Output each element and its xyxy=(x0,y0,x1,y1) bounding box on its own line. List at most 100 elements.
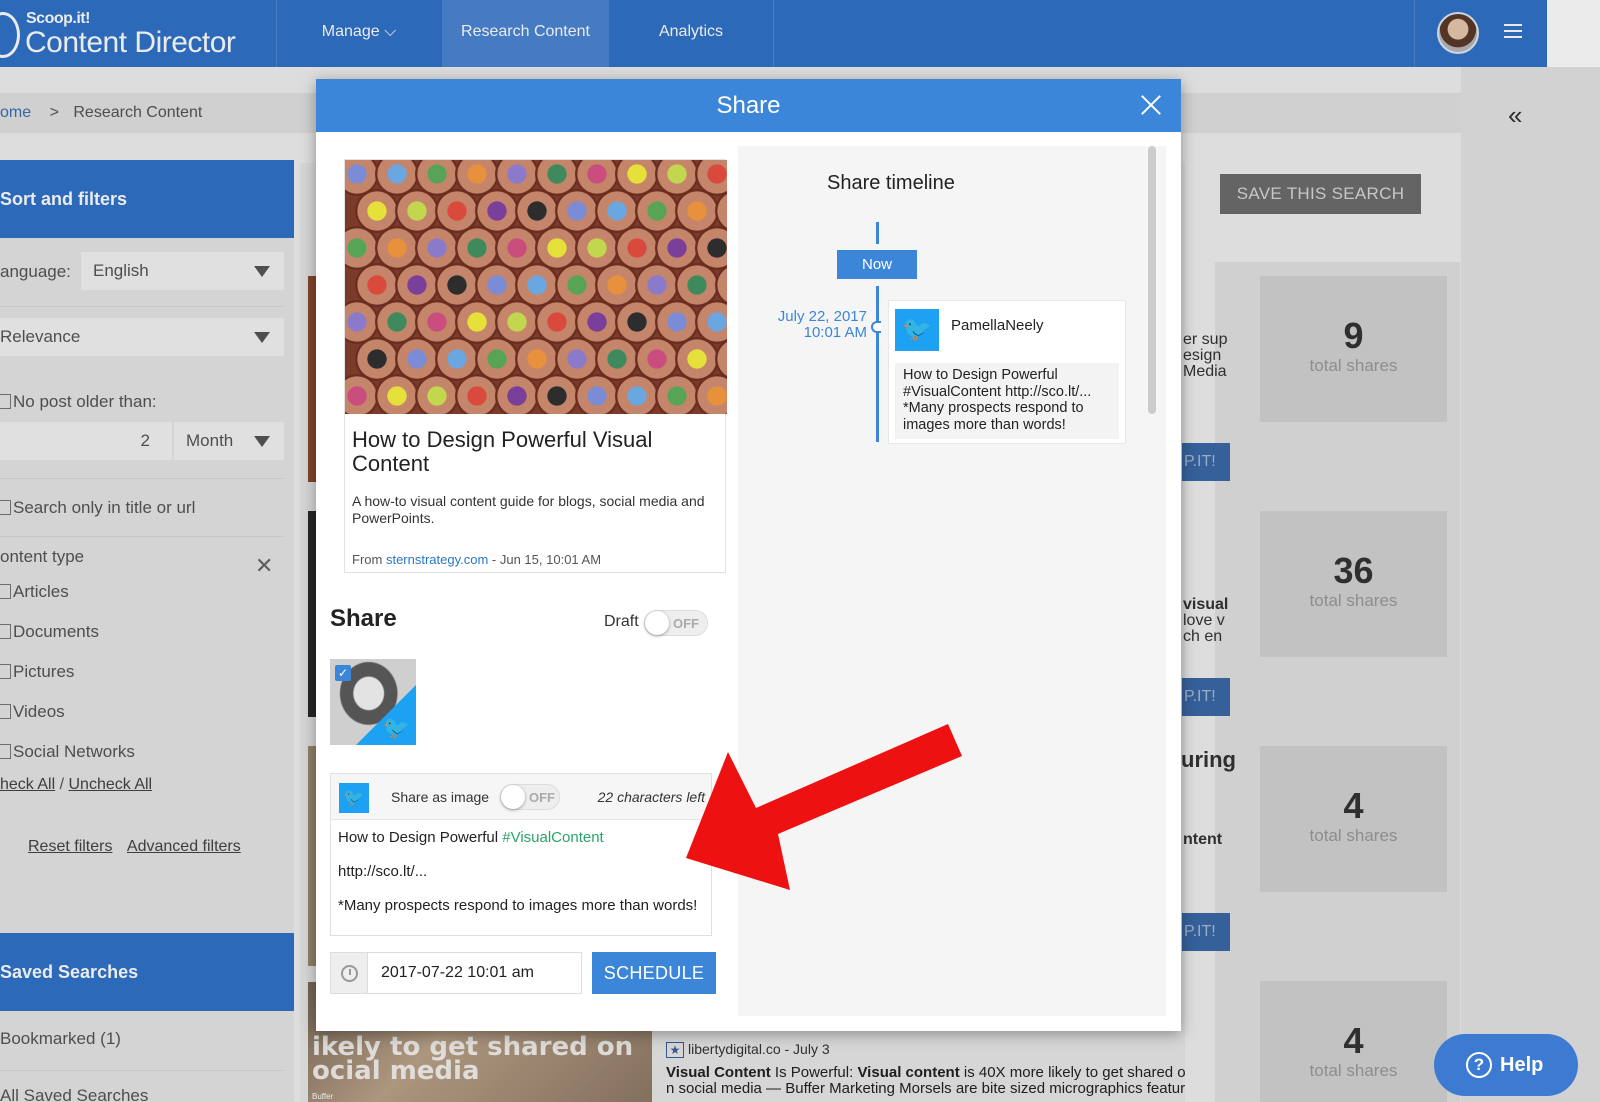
logo-ring-icon xyxy=(0,12,20,58)
modal-header: Share xyxy=(316,79,1181,132)
checkmark-icon: ✓ xyxy=(335,665,351,681)
article-source-text: libertydigital.co - July 3 xyxy=(688,1041,830,1057)
star-icon[interactable]: ★ xyxy=(666,1042,684,1058)
share-count-box: 36 total shares xyxy=(1260,511,1447,657)
timeline-title: Share timeline xyxy=(827,172,955,194)
pencil-end xyxy=(575,374,619,414)
menu-icon[interactable] xyxy=(1504,24,1522,42)
result-snippet: Media xyxy=(1183,363,1227,380)
source-link[interactable]: sternstrategy.com xyxy=(386,552,488,567)
save-search-button[interactable]: SAVE THIS SEARCH xyxy=(1220,174,1421,214)
advanced-filters-link[interactable]: Advanced filters xyxy=(127,838,241,855)
clock-button[interactable] xyxy=(330,952,368,994)
age-unit-select[interactable]: Month xyxy=(174,422,284,460)
close-icon[interactable]: ✕ xyxy=(255,553,273,579)
checkbox-icon xyxy=(0,664,11,679)
share-count-label: total shares xyxy=(1309,591,1398,610)
result-thumbnail[interactable] xyxy=(308,746,316,966)
help-button[interactable]: ? Help xyxy=(1434,1034,1578,1096)
content-title: How to Design Powerful Visual Content xyxy=(352,427,653,476)
help-label: Help xyxy=(1500,1054,1544,1076)
type-pictures[interactable]: Pictures xyxy=(0,662,74,682)
result-snippet: love v xyxy=(1183,612,1225,629)
language-value: English xyxy=(93,261,149,280)
schedule-date-input[interactable]: 2017-07-22 10:01 am xyxy=(368,952,582,994)
share-count-label: total shares xyxy=(1309,1061,1398,1080)
share-as-image-toggle[interactable]: OFF xyxy=(500,784,560,810)
chevron-down-icon xyxy=(254,436,270,447)
reset-filters-link[interactable]: Reset filters xyxy=(28,838,112,855)
nav-analytics[interactable]: Analytics xyxy=(609,0,773,67)
nav-divider xyxy=(1414,0,1415,67)
twitter-icon: 🐦 xyxy=(895,309,939,351)
search-title-filter[interactable]: Search only in title or url xyxy=(0,498,195,518)
share-count-box: 9 total shares xyxy=(1260,276,1447,422)
timeline-post-text: How to Design Powerful #VisualContent ht… xyxy=(895,363,1119,439)
pencil-end xyxy=(455,374,499,414)
result-thumbnail[interactable] xyxy=(308,276,316,482)
close-icon[interactable] xyxy=(1139,93,1163,117)
language-select[interactable]: English xyxy=(81,252,284,290)
hashtag[interactable]: #VisualContent xyxy=(502,829,603,846)
age-number-input[interactable]: 2 xyxy=(0,422,172,460)
snippet-text: n social media — Buffer Marketing Morsel… xyxy=(666,1080,1186,1097)
checkbox-icon xyxy=(0,704,11,719)
top-nav-bar: Scoop.it! Content Director Manage ⌵ Rese… xyxy=(0,0,1547,67)
timeline-dot xyxy=(871,321,881,333)
twitter-icon: 🐦 xyxy=(339,783,369,813)
check-all-link[interactable]: heck All xyxy=(0,776,55,793)
breadcrumb-home[interactable]: ome xyxy=(0,104,31,121)
checkbox-icon xyxy=(0,394,11,409)
share-heading: Share xyxy=(330,605,397,632)
toggle-state: OFF xyxy=(673,616,699,631)
timeline-date-time: 10:01 AM xyxy=(803,324,867,341)
sort-select[interactable]: Relevance xyxy=(0,318,284,356)
chevron-down-icon xyxy=(254,332,270,343)
schedule-button[interactable]: SCHEDULE xyxy=(592,952,716,994)
uncheck-all-link[interactable]: Uncheck All xyxy=(69,776,153,793)
content-source: From sternstrategy.com - Jun 15, 10:01 A… xyxy=(352,552,601,567)
pencil-end xyxy=(415,374,459,414)
pencil-end xyxy=(615,374,659,414)
share-count-box: 4 total shares xyxy=(1260,981,1447,1102)
pencil-end xyxy=(495,374,539,414)
share-count: 9 xyxy=(1343,315,1364,356)
all-saved-searches[interactable]: All Saved Searches xyxy=(0,1086,148,1102)
type-documents[interactable]: Documents xyxy=(0,622,99,642)
scoop-it-button[interactable]: P.IT! xyxy=(1182,913,1230,951)
tweet-text: How to Design Powerful xyxy=(338,829,503,846)
scoop-it-button[interactable]: P.IT! xyxy=(1182,443,1230,481)
checkbox-icon xyxy=(0,584,11,599)
timeline-scrollbar[interactable] xyxy=(1146,146,1158,446)
scoop-it-button[interactable]: P.IT! xyxy=(1182,678,1230,716)
result-title-fragment: uring xyxy=(1181,747,1236,772)
sort-value: Relevance xyxy=(0,327,81,346)
pencil-end xyxy=(655,374,699,414)
timeline-line xyxy=(876,222,879,244)
timeline-date: July 22, 2017 10:01 AM xyxy=(738,309,867,341)
divider xyxy=(0,1070,284,1071)
bookmarked-item[interactable]: Bookmarked (1) xyxy=(0,1029,121,1049)
logo[interactable]: Scoop.it! Content Director xyxy=(0,6,275,61)
type-label: Documents xyxy=(13,622,99,641)
double-chevron-left-icon[interactable]: « xyxy=(1508,100,1522,131)
draft-toggle[interactable]: OFF xyxy=(644,610,708,636)
no-older-filter[interactable]: No post older than: xyxy=(0,392,157,412)
timeline-post[interactable]: 🐦 PamellaNeely How to Design Powerful #V… xyxy=(888,300,1126,444)
sort-filters-header: Sort and filters xyxy=(0,160,294,238)
result-snippet: er sup xyxy=(1183,331,1228,348)
result-thumbnail[interactable] xyxy=(308,511,316,717)
scrollbar-thumb[interactable] xyxy=(1148,146,1156,414)
breadcrumb-separator: > xyxy=(49,104,59,121)
twitter-account-avatar[interactable]: 🐦 ✓ xyxy=(330,659,416,745)
type-articles[interactable]: Articles xyxy=(0,582,69,602)
type-social-networks[interactable]: Social Networks xyxy=(0,742,135,762)
nav-manage[interactable]: Manage ⌵ xyxy=(276,0,442,67)
type-videos[interactable]: Videos xyxy=(0,702,65,722)
user-avatar[interactable] xyxy=(1437,12,1479,54)
type-label: Pictures xyxy=(13,662,75,681)
tweet-textarea[interactable]: How to Design Powerful #VisualContent ht… xyxy=(338,830,698,932)
no-older-label: No post older than: xyxy=(13,392,157,411)
nav-research-content[interactable]: Research Content xyxy=(442,0,609,67)
compose-toolbar: 🐦 Share as image OFF 22 characters left xyxy=(331,774,711,820)
